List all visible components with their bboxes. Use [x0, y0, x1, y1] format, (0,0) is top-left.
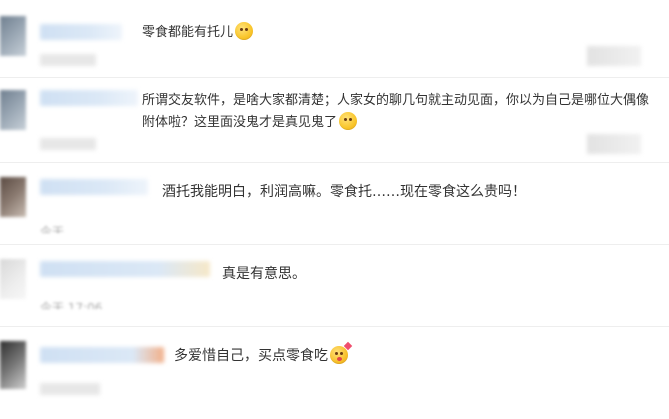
comment-text: 零食都能有托儿	[142, 25, 234, 40]
comment-text-row: 多爱惜自己，买点零食吃	[174, 341, 353, 367]
comment-item: 今天 17:06 真是有意思。	[0, 245, 669, 327]
comment-item: 今天 酒托我能明白，利润高嘛。零食托……现在零食这么贵吗！	[0, 163, 669, 245]
action-area[interactable]	[587, 46, 641, 66]
comment-item: 零食都能有托儿	[0, 0, 669, 78]
avatar[interactable]	[0, 341, 26, 389]
avatar[interactable]	[0, 16, 26, 56]
avatar[interactable]	[0, 90, 26, 130]
comment-text-row: 真是有意思。	[222, 263, 306, 285]
username[interactable]	[40, 179, 148, 195]
comment-text: 酒托我能明白，利润高嘛。零食托……现在零食这么贵吗！	[162, 184, 526, 200]
username[interactable]	[40, 347, 164, 363]
avatar[interactable]	[0, 177, 26, 217]
kiss-emoji-icon	[330, 341, 353, 364]
comment-feed: 零食都能有托儿 所谓交友软件，是啥大家都清楚；人家女的聊几句就主动见面，你以为自…	[0, 0, 669, 419]
username[interactable]	[40, 24, 122, 40]
comment-text-row: 零食都能有托儿	[142, 22, 254, 44]
comment-meta	[40, 383, 100, 395]
comment-item: 所谓交友软件，是啥大家都清楚；人家女的聊几句就主动见面，你以为自己是哪位大偶像附…	[0, 78, 669, 163]
comment-text: 多爱惜自己，买点零食吃	[174, 348, 328, 364]
action-area[interactable]	[587, 134, 641, 154]
comment-time: 今天	[40, 225, 65, 233]
comment-text: 所谓交友软件，是啥大家都清楚；人家女的聊几句就主动见面，你以为自己是哪位大偶像附…	[142, 93, 650, 130]
username[interactable]	[40, 90, 138, 106]
surprised-emoji-icon	[235, 22, 254, 40]
comment-meta	[40, 54, 96, 66]
comment-text: 真是有意思。	[222, 266, 306, 282]
comment-item: 多爱惜自己，买点零食吃	[0, 327, 669, 419]
comment-text-row: 所谓交友软件，是啥大家都清楚；人家女的聊几句就主动见面，你以为自己是哪位大偶像附…	[142, 90, 652, 134]
avatar[interactable]	[0, 259, 26, 299]
comment-meta	[40, 138, 96, 150]
comment-time: 今天 17:06	[40, 301, 103, 309]
username[interactable]	[40, 261, 210, 277]
comment-text-row: 酒托我能明白，利润高嘛。零食托……现在零食这么贵吗！	[162, 181, 526, 203]
smirk-emoji-icon	[339, 112, 358, 130]
